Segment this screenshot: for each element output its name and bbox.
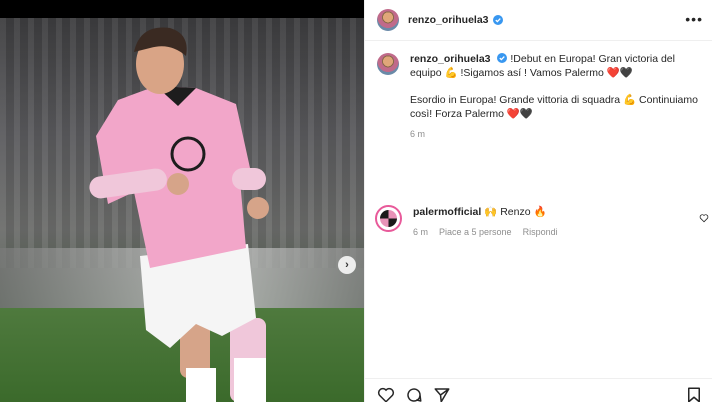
comment-likes[interactable]: Piace a 5 persone — [439, 225, 512, 239]
club-crest-icon — [380, 210, 397, 227]
next-media-button[interactable]: › — [338, 256, 356, 274]
comment-meta: 6 m Piace a 5 persone Rispondi — [413, 225, 558, 239]
heart-icon[interactable] — [377, 386, 395, 402]
post-header: renzo_orihuela3 ••• — [365, 0, 712, 41]
media-top-bar — [0, 0, 364, 18]
caption-text-italian: Esordio in Europa! Grande vittoria di sq… — [410, 94, 698, 120]
more-options-button[interactable]: ••• — [685, 12, 703, 26]
comment-icon[interactable] — [405, 386, 423, 402]
author-username[interactable]: renzo_orihuela3 — [408, 14, 489, 26]
player-figure — [89, 27, 269, 402]
commenter-username[interactable]: palermofficial — [413, 206, 481, 218]
post-caption: renzo_orihuela3 !Debut en Europa! Gran v… — [377, 52, 707, 141]
post-info-panel: renzo_orihuela3 ••• renzo_orihuela3 !Deb… — [364, 0, 712, 402]
comment-like-heart-icon[interactable] — [699, 213, 709, 223]
share-icon[interactable] — [433, 386, 451, 402]
caption-author-username[interactable]: renzo_orihuela3 — [410, 53, 491, 65]
comment-body: palermofficial 🙌 Renzo 🔥 6 m Piace a 5 p… — [413, 205, 558, 239]
bookmark-icon[interactable] — [685, 386, 703, 402]
comment-timestamp[interactable]: 6 m — [413, 225, 428, 239]
post-photo[interactable]: › — [0, 18, 364, 402]
commenter-avatar[interactable] — [375, 205, 402, 232]
comment-text: 🙌 Renzo 🔥 — [484, 206, 547, 218]
instagram-post: › renzo_orihuela3 ••• renzo_orihuela3 !D… — [0, 0, 712, 402]
caption-body: renzo_orihuela3 !Debut en Europa! Gran v… — [410, 52, 700, 141]
post-media: › — [0, 0, 364, 402]
caption-verified-badge-icon — [497, 53, 508, 63]
comment-reply-button[interactable]: Rispondi — [523, 225, 558, 239]
verified-badge-icon — [492, 15, 503, 25]
comment-item: palermofficial 🙌 Renzo 🔥 6 m Piace a 5 p… — [375, 205, 709, 239]
post-actions-bar — [365, 378, 712, 402]
caption-author-avatar[interactable] — [377, 53, 399, 75]
author-avatar[interactable] — [377, 9, 399, 31]
caption-timestamp[interactable]: 6 m — [410, 127, 700, 141]
